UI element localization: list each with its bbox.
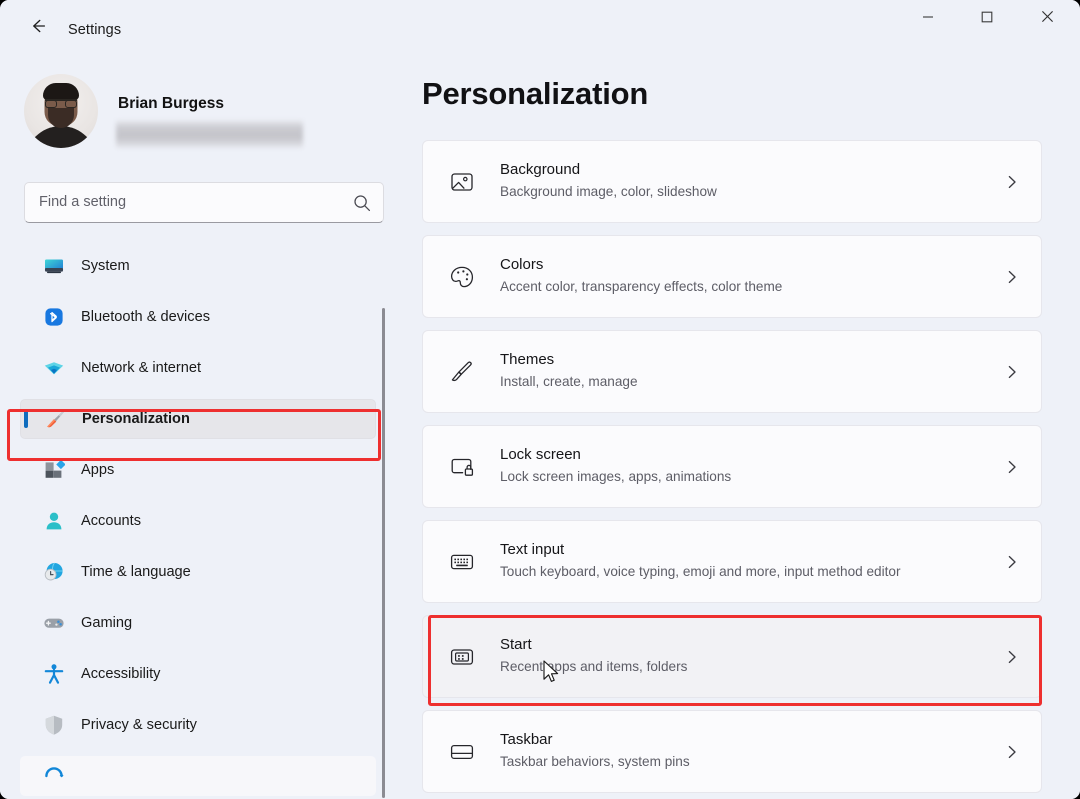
settings-card-text-input[interactable]: Text input Touch keyboard, voice typing,… — [422, 520, 1042, 603]
sidebar-item-label: Accessibility — [81, 666, 160, 682]
lock-screen-icon — [449, 454, 475, 480]
minimize-icon — [922, 11, 934, 23]
page-title: Personalization — [422, 76, 648, 112]
accessibility-icon — [43, 663, 65, 685]
clock-globe-icon — [43, 561, 65, 583]
card-subtitle: Lock screen images, apps, animations — [500, 469, 731, 484]
card-subtitle: Recent apps and items, folders — [500, 659, 687, 674]
sidebar-item-accessibility[interactable]: Accessibility — [20, 654, 376, 694]
card-subtitle: Accent color, transparency effects, colo… — [500, 279, 782, 294]
sidebar-item-personalization[interactable]: Personalization — [20, 399, 376, 439]
sidebar-item-network-internet[interactable]: Network & internet — [20, 348, 376, 388]
windows-update-icon — [43, 765, 65, 787]
sidebar-item-bluetooth-devices[interactable]: Bluetooth & devices — [20, 297, 376, 337]
sidebar-item-label: Network & internet — [81, 360, 201, 376]
sidebar-item-accounts[interactable]: Accounts — [20, 501, 376, 541]
card-title: Themes — [500, 351, 554, 368]
sidebar-item-windows-update[interactable] — [20, 756, 376, 796]
search-input[interactable]: Find a setting — [24, 182, 384, 223]
image-icon — [449, 169, 475, 195]
settings-card-themes[interactable]: Themes Install, create, manage — [422, 330, 1042, 413]
card-subtitle: Touch keyboard, voice typing, emoji and … — [500, 564, 900, 579]
card-title: Lock screen — [500, 446, 581, 463]
sidebar-item-label: Privacy & security — [81, 717, 197, 733]
settings-card-list: Background Background image, color, slid… — [422, 140, 1042, 799]
taskbar-icon — [449, 739, 475, 765]
bluetooth-icon — [43, 306, 65, 328]
user-name: Brian Burgess — [118, 95, 224, 113]
sidebar-scrollbar[interactable] — [382, 308, 385, 798]
chevron-right-icon — [1005, 269, 1019, 285]
palette-icon — [449, 264, 475, 290]
search-placeholder: Find a setting — [39, 194, 126, 210]
card-subtitle: Install, create, manage — [500, 374, 638, 389]
card-subtitle: Background image, color, slideshow — [500, 184, 717, 199]
sidebar-item-label: Bluetooth & devices — [81, 309, 210, 325]
paintbrush-icon — [44, 408, 66, 430]
card-title: Background — [500, 161, 580, 178]
chevron-right-icon — [1005, 744, 1019, 760]
minimize-button[interactable] — [905, 0, 951, 33]
search-icon — [352, 193, 372, 213]
card-title: Taskbar — [500, 731, 553, 748]
sidebar-item-label: System — [81, 258, 130, 274]
apps-icon — [43, 459, 65, 481]
chevron-right-icon — [1005, 554, 1019, 570]
chevron-right-icon — [1005, 459, 1019, 475]
sidebar-item-label: Accounts — [81, 513, 141, 529]
sidebar: Brian Burgess Find a setting — [0, 52, 400, 799]
settings-card-lock-screen[interactable]: Lock screen Lock screen images, apps, an… — [422, 425, 1042, 508]
card-subtitle: Taskbar behaviors, system pins — [500, 754, 690, 769]
sidebar-item-apps[interactable]: Apps — [20, 450, 376, 490]
card-title: Start — [500, 636, 532, 653]
keyboard-icon — [449, 549, 475, 575]
navigation-list: System Bluetooth & devices — [0, 246, 400, 799]
close-button[interactable] — [1024, 0, 1070, 33]
sidebar-item-gaming[interactable]: Gaming — [20, 603, 376, 643]
chevron-right-icon — [1005, 649, 1019, 665]
shield-icon — [43, 714, 65, 736]
sidebar-item-label: Apps — [81, 462, 114, 478]
selection-indicator — [24, 410, 28, 428]
sidebar-item-label: Personalization — [82, 411, 190, 427]
user-email-redacted — [116, 120, 303, 148]
monitor-icon — [43, 255, 65, 277]
settings-card-colors[interactable]: Colors Accent color, transparency effect… — [422, 235, 1042, 318]
chevron-right-icon — [1005, 174, 1019, 190]
back-button[interactable] — [20, 10, 56, 42]
person-icon — [43, 510, 65, 532]
sidebar-item-system[interactable]: System — [20, 246, 376, 286]
sidebar-item-label: Gaming — [81, 615, 132, 631]
sidebar-item-privacy-security[interactable]: Privacy & security — [20, 705, 376, 745]
chevron-right-icon — [1005, 364, 1019, 380]
gamepad-icon — [43, 612, 65, 634]
close-icon — [1041, 10, 1054, 23]
wifi-icon — [43, 357, 65, 379]
settings-window: Settings B — [0, 0, 1080, 799]
settings-card-taskbar[interactable]: Taskbar Taskbar behaviors, system pins — [422, 710, 1042, 793]
avatar — [24, 74, 98, 148]
main-content: Personalization Background Background im… — [400, 52, 1080, 799]
paintbrush-icon — [449, 359, 475, 385]
maximize-button[interactable] — [964, 0, 1010, 33]
settings-card-background[interactable]: Background Background image, color, slid… — [422, 140, 1042, 223]
sidebar-item-label: Time & language — [81, 564, 191, 580]
maximize-icon — [981, 11, 993, 23]
title-bar: Settings — [0, 0, 1080, 52]
start-icon — [449, 644, 475, 670]
app-title: Settings — [68, 22, 121, 38]
sidebar-item-time-language[interactable]: Time & language — [20, 552, 376, 592]
settings-card-start[interactable]: Start Recent apps and items, folders — [422, 615, 1042, 698]
card-title: Text input — [500, 541, 564, 558]
back-arrow-icon — [27, 15, 49, 37]
card-title: Colors — [500, 256, 543, 273]
user-profile[interactable]: Brian Burgess — [24, 74, 364, 148]
